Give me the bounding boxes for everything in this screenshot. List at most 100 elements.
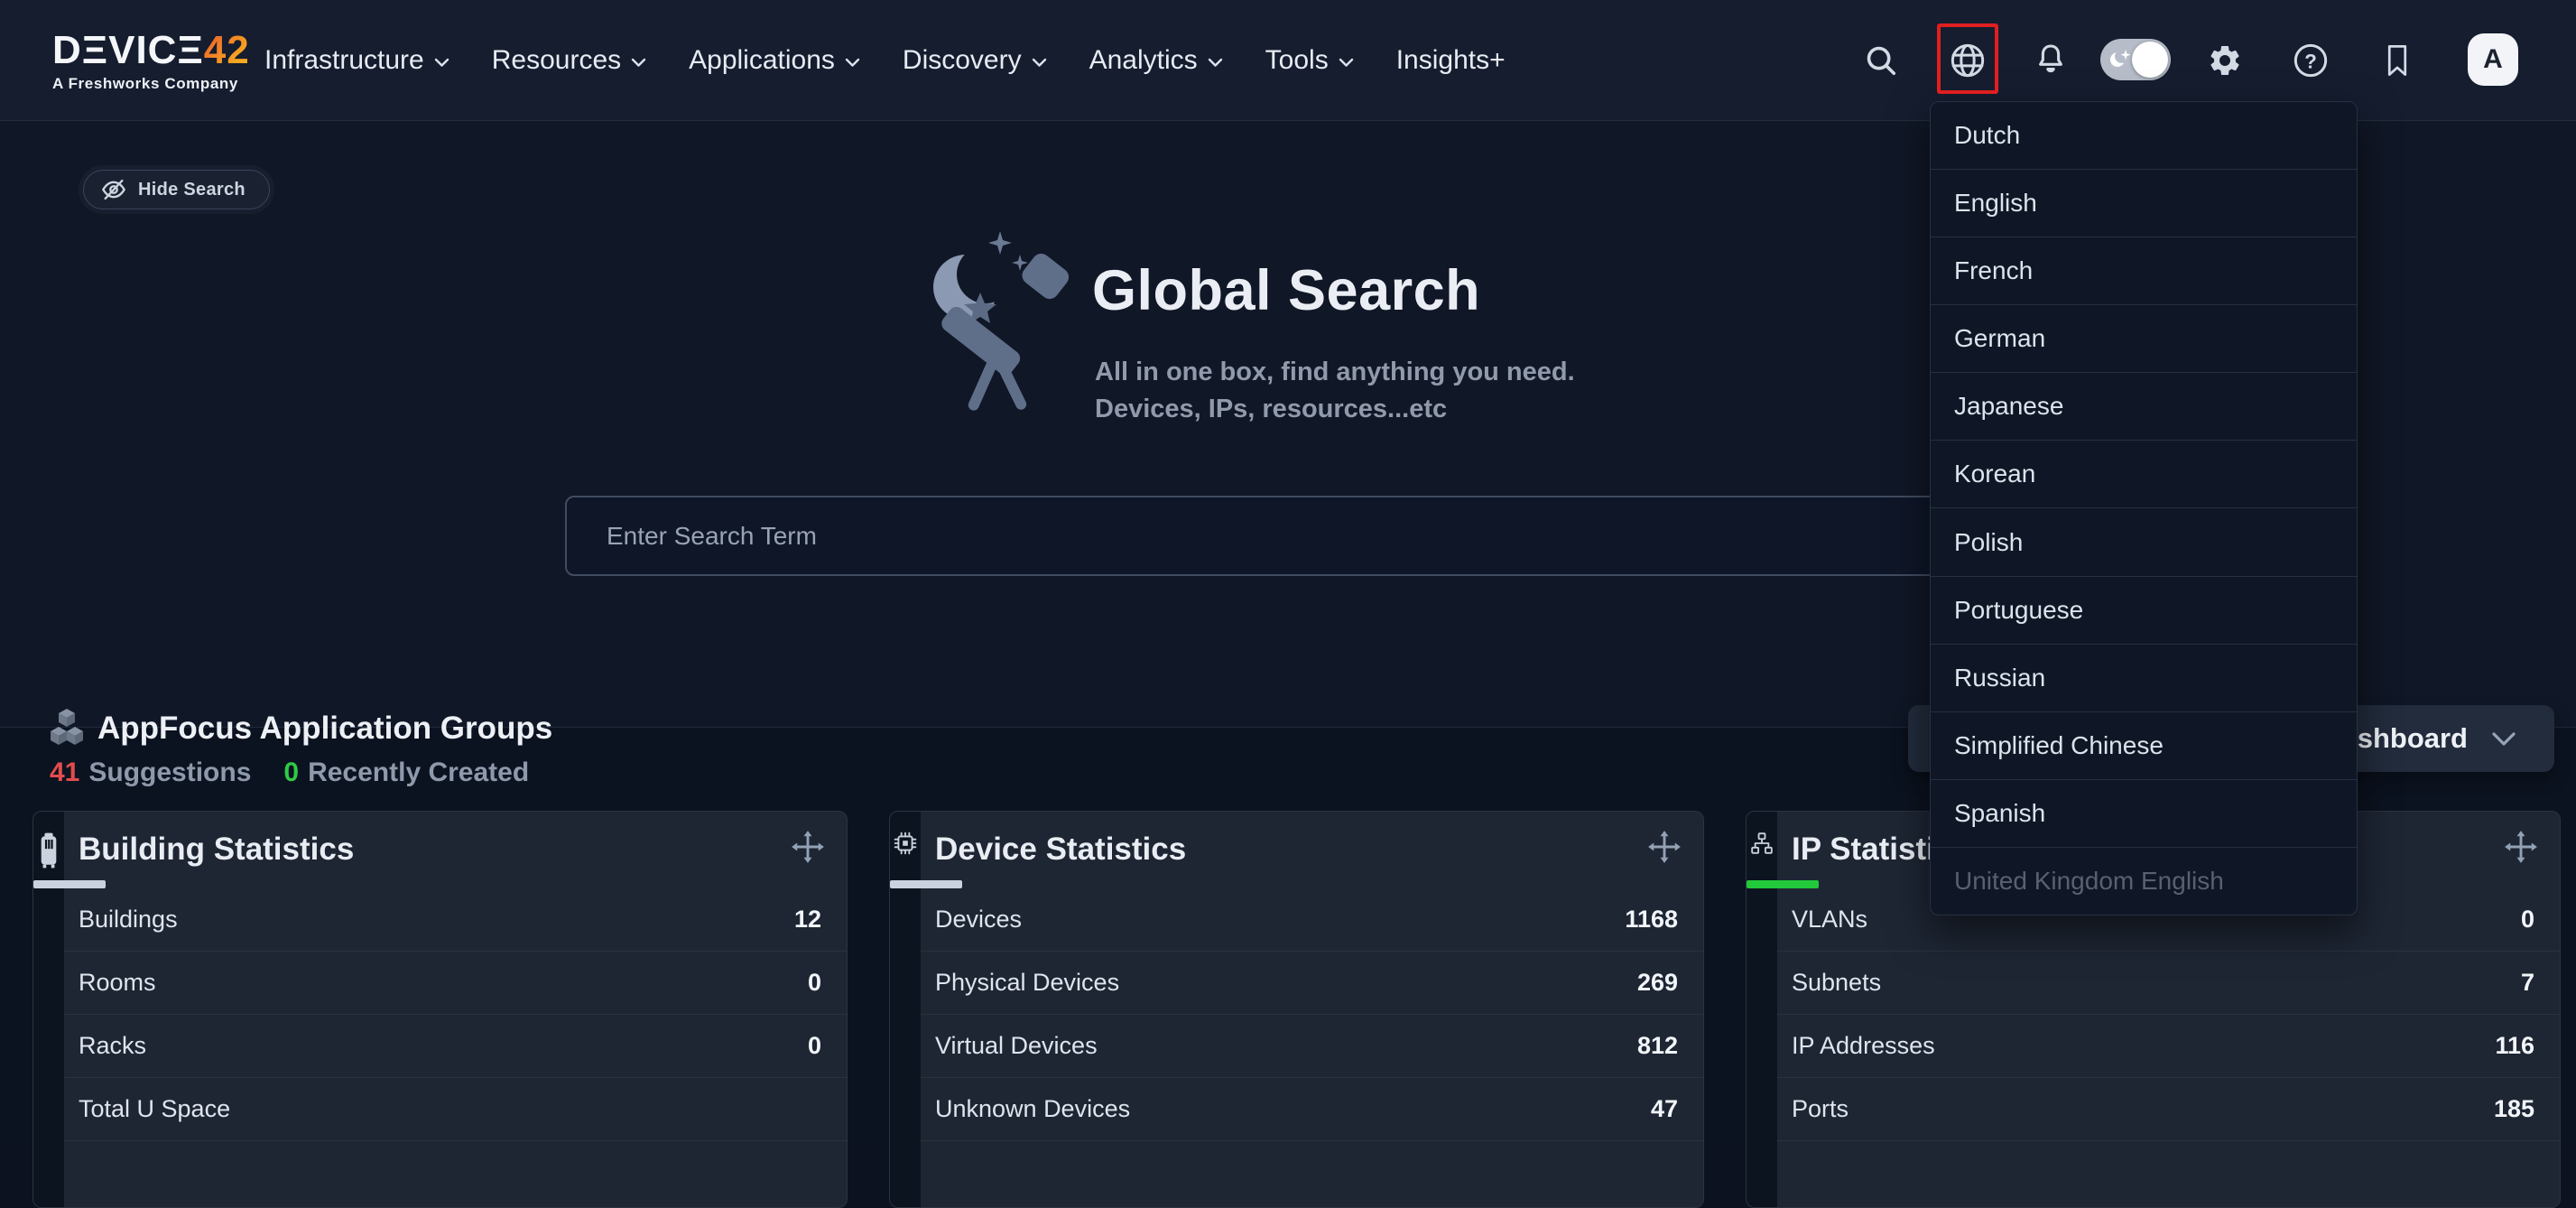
chevron-down-icon <box>1208 58 1223 68</box>
move-icon[interactable] <box>2504 830 2538 869</box>
card-accent-bar <box>1747 880 1819 888</box>
row-value: 0 <box>2521 906 2534 934</box>
nav-label: Resources <box>492 45 621 76</box>
nav-infrastructure[interactable]: Infrastructure <box>264 45 449 76</box>
row-value: 185 <box>2494 1095 2534 1123</box>
language-option-polish[interactable]: Polish <box>1931 508 2357 576</box>
device-statistics-card: Device Statistics Devices 1168 Physical … <box>889 811 1704 1208</box>
row-value: 0 <box>808 969 821 997</box>
svg-text:?: ? <box>2304 50 2317 72</box>
card-icon-strip <box>1747 812 1777 1207</box>
nav-label: Infrastructure <box>264 45 424 76</box>
row-label: Unknown Devices <box>935 1095 1130 1123</box>
nav-label: Applications <box>689 45 835 76</box>
language-option-uk-english[interactable]: United Kingdom English <box>1931 848 2357 915</box>
logo-subtitle: A Freshworks Company <box>52 75 250 93</box>
nav-label: Discovery <box>903 45 1022 76</box>
nav-tools[interactable]: Tools <box>1265 45 1354 76</box>
nav-applications[interactable]: Applications <box>689 45 860 76</box>
row-value: 47 <box>1651 1095 1678 1123</box>
avatar[interactable]: A <box>2468 33 2518 86</box>
search-input[interactable] <box>565 496 2013 576</box>
stat-row: Subnets 7 <box>1777 952 2560 1015</box>
subtitle-line-1: All in one box, find anything you need. <box>1095 354 1575 391</box>
global-search-subtitle: All in one box, find anything you need. … <box>1095 354 1575 428</box>
global-search-title: Global Search <box>1092 258 1480 323</box>
stat-row: Ports 185 <box>1777 1078 2560 1141</box>
telescope-icon <box>930 228 1088 422</box>
suggestions-label: Suggestions <box>88 757 251 788</box>
card-accent-bar <box>890 880 962 888</box>
language-option-german[interactable]: German <box>1931 305 2357 373</box>
card-icon-strip <box>33 812 64 1207</box>
chip-icon <box>894 832 917 855</box>
row-label: Physical Devices <box>935 969 1119 997</box>
row-value: 1168 <box>1625 906 1678 934</box>
move-icon[interactable] <box>1647 830 1682 869</box>
nav-label: Tools <box>1265 45 1329 76</box>
main-nav: Infrastructure Resources Applications Di… <box>264 0 1506 121</box>
stat-row: Total U Space <box>64 1078 847 1141</box>
theme-toggle[interactable] <box>2100 39 2171 80</box>
stat-row: Buildings 12 <box>64 888 847 952</box>
chevron-down-icon <box>1032 58 1047 68</box>
row-value: 812 <box>1637 1032 1678 1060</box>
chevron-down-icon <box>845 58 860 68</box>
logo-brand-text: DΞVICΞ <box>52 28 204 72</box>
nav-discovery[interactable]: Discovery <box>903 45 1047 76</box>
row-label: VLANs <box>1792 906 1867 934</box>
stat-row: Unknown Devices 47 <box>921 1078 1703 1141</box>
toggle-knob <box>2132 42 2168 78</box>
row-label: Ports <box>1792 1095 1849 1123</box>
device42-logo[interactable]: DΞVICΞ42 A Freshworks Company <box>52 29 250 93</box>
nav-label: Insights+ <box>1396 45 1506 76</box>
nav-insights-plus[interactable]: Insights+ <box>1396 45 1506 76</box>
suggestions-count: 41 <box>50 757 79 788</box>
language-option-spanish[interactable]: Spanish <box>1931 780 2357 848</box>
language-option-portuguese[interactable]: Portuguese <box>1931 577 2357 645</box>
stat-row: Virtual Devices 812 <box>921 1015 1703 1078</box>
language-option-french[interactable]: French <box>1931 237 2357 305</box>
language-option-simplified-chinese[interactable]: Simplified Chinese <box>1931 712 2357 780</box>
cubes-icon <box>49 707 85 750</box>
logo-brand-42: 42 <box>204 28 250 72</box>
hide-search-button[interactable]: Hide Search <box>83 170 270 209</box>
appfocus-title: AppFocus Application Groups <box>97 711 552 747</box>
moon-icon <box>2104 44 2135 75</box>
language-menu: Dutch English French German Japanese Kor… <box>1930 101 2358 915</box>
search-icon[interactable] <box>1856 0 1906 121</box>
row-label: Subnets <box>1792 969 1881 997</box>
stat-row: Rooms 0 <box>64 952 847 1015</box>
chevron-down-icon <box>2491 731 2516 747</box>
language-option-dutch[interactable]: Dutch <box>1931 102 2357 170</box>
language-option-russian[interactable]: Russian <box>1931 645 2357 712</box>
hide-search-label: Hide Search <box>138 180 246 200</box>
row-value: 12 <box>794 906 821 934</box>
card-title: Device Statistics <box>935 832 1186 868</box>
stat-row: IP Addresses 116 <box>1777 1015 2560 1078</box>
nav-resources[interactable]: Resources <box>492 45 646 76</box>
stat-row: Physical Devices 269 <box>921 952 1703 1015</box>
chevron-down-icon <box>1339 58 1354 68</box>
appfocus-stats: 41 Suggestions 0 Recently Created <box>50 757 529 788</box>
row-label: Total U Space <box>79 1095 230 1123</box>
language-option-english[interactable]: English <box>1931 170 2357 237</box>
recent-count: 0 <box>283 757 299 788</box>
nav-label: Analytics <box>1089 45 1198 76</box>
eye-slash-icon <box>100 177 127 202</box>
move-icon[interactable] <box>791 830 825 869</box>
recent-label: Recently Created <box>308 757 529 788</box>
row-label: Devices <box>935 906 1022 934</box>
language-option-japanese[interactable]: Japanese <box>1931 373 2357 441</box>
row-label: IP Addresses <box>1792 1032 1935 1060</box>
bookmark-icon[interactable] <box>2372 0 2423 121</box>
nav-analytics[interactable]: Analytics <box>1089 45 1223 76</box>
stat-row: Devices 1168 <box>921 888 1703 952</box>
language-option-korean[interactable]: Korean <box>1931 441 2357 508</box>
card-title: Building Statistics <box>79 832 354 868</box>
card-accent-bar <box>33 880 106 888</box>
row-label: Buildings <box>79 906 178 934</box>
row-value: 7 <box>2521 969 2534 997</box>
rack-icon <box>38 832 60 869</box>
card-icon-strip <box>890 812 921 1207</box>
